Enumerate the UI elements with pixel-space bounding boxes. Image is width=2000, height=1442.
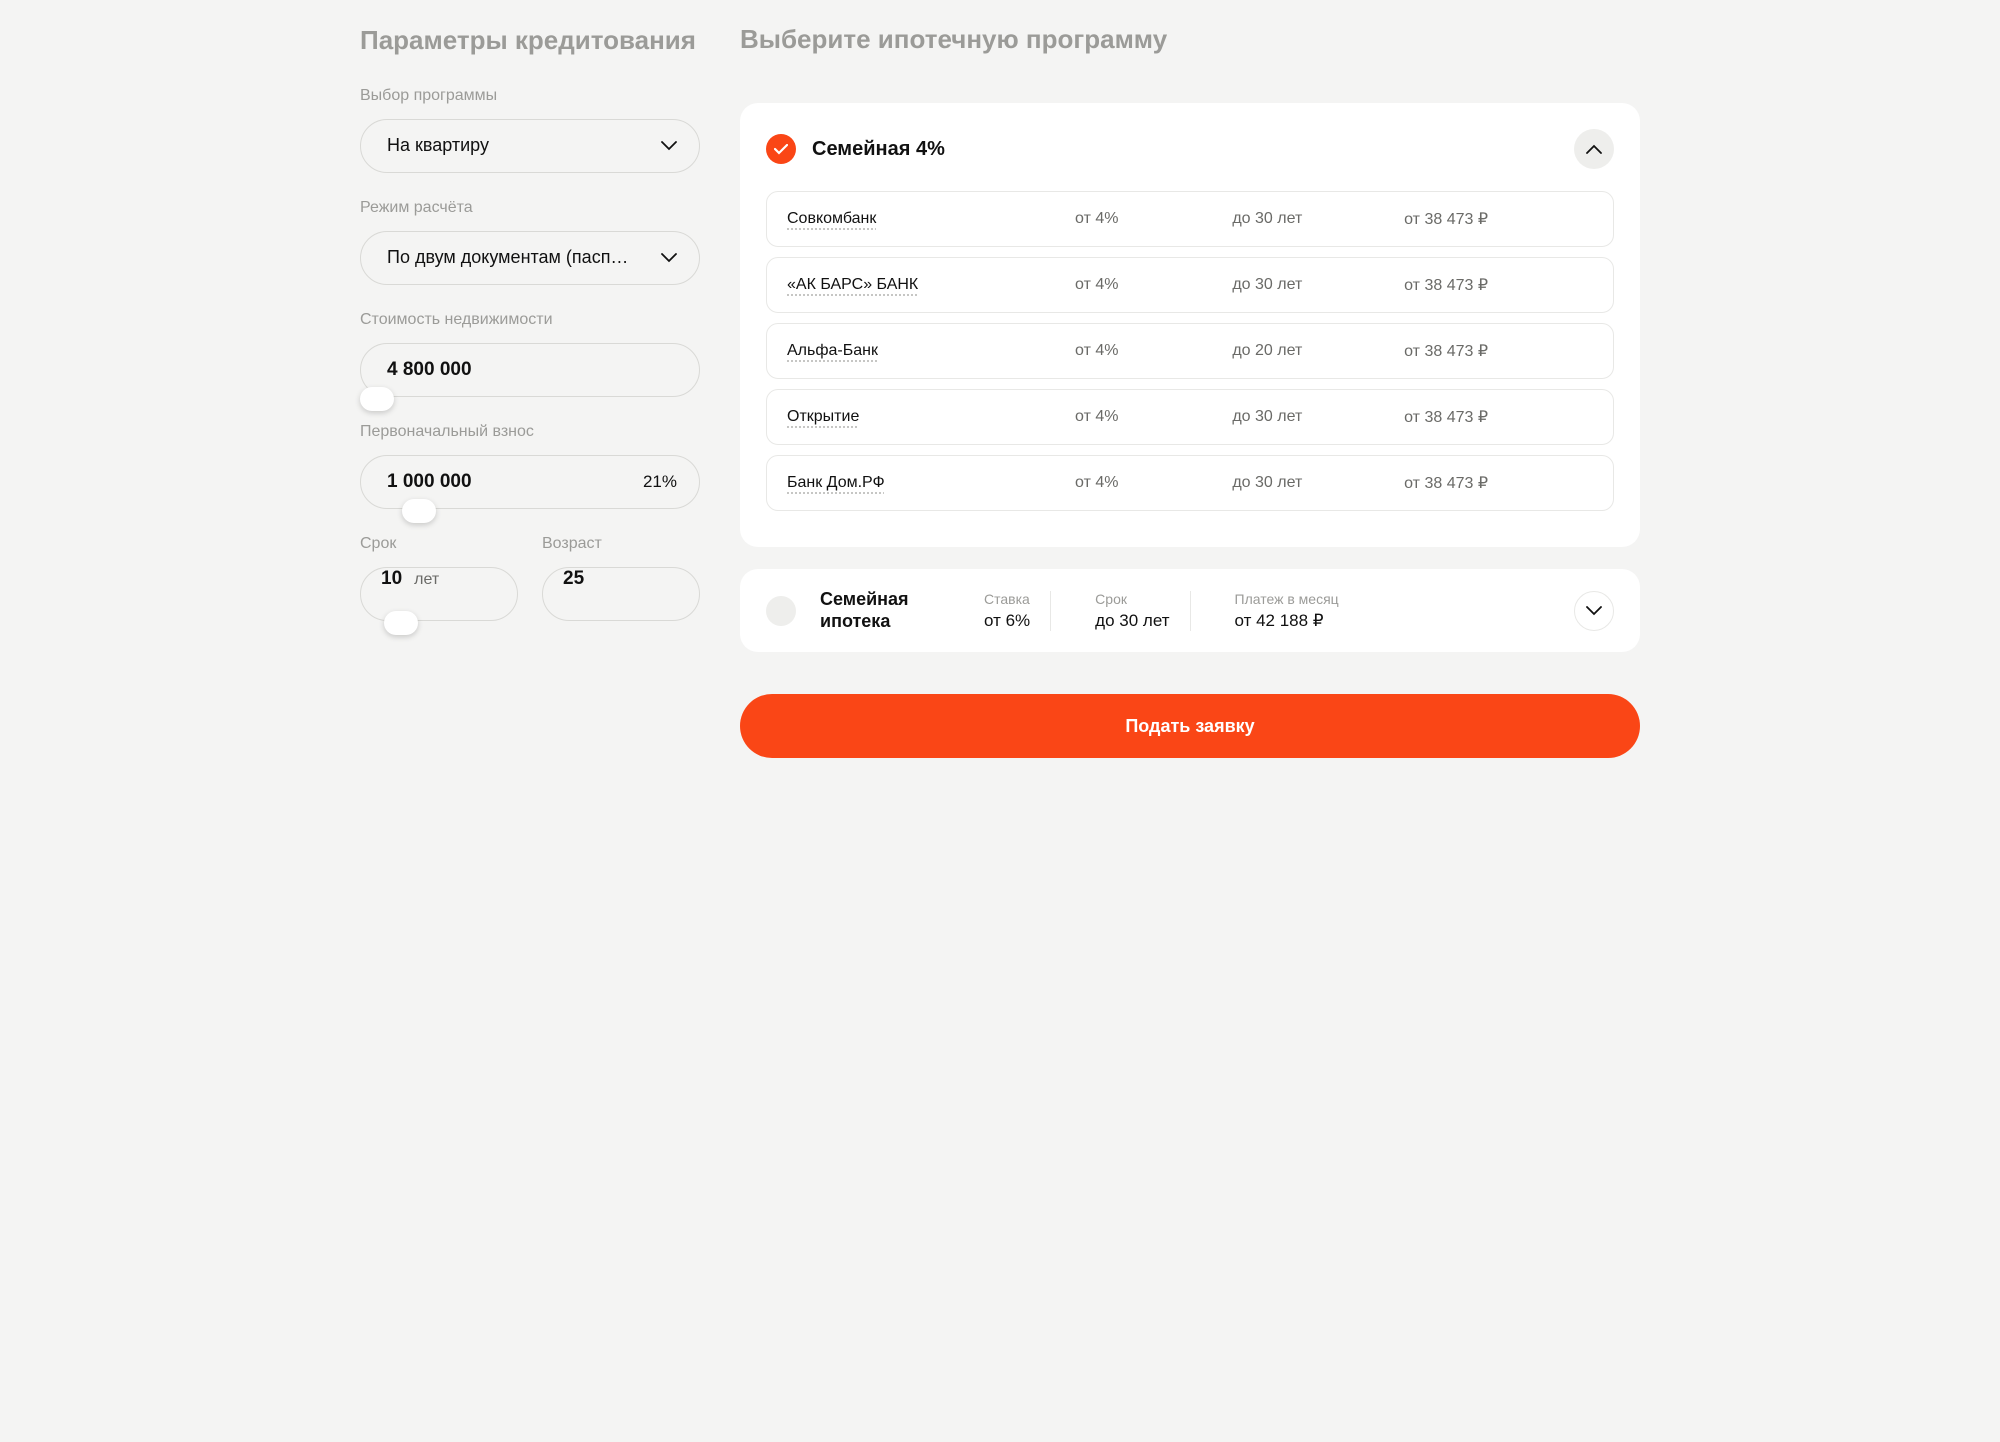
radio-unchecked-icon[interactable]: [766, 596, 796, 626]
bank-term: до 30 лет: [1232, 210, 1392, 228]
bank-name: Совкомбанк: [787, 210, 1063, 228]
bank-name: Альфа-Банк: [787, 342, 1063, 360]
radio-checked-icon[interactable]: [766, 134, 796, 164]
mode-select-value: По двум документам (пасп…: [387, 247, 628, 268]
bank-rate: от 4%: [1075, 276, 1220, 294]
term-metric: Срок до 30 лет: [1075, 591, 1190, 631]
main-title: Выберите ипотечную программу: [740, 24, 1640, 55]
expand-button[interactable]: [1574, 591, 1614, 631]
mode-label: Режим расчёта: [360, 199, 700, 217]
bank-term: до 30 лет: [1232, 408, 1392, 426]
bank-payment: от 38 473 ₽: [1404, 341, 1593, 361]
down-label: Первоначальный взнос: [360, 423, 700, 441]
term-unit: лет: [414, 571, 439, 589]
chevron-down-icon: [661, 141, 677, 151]
bank-rate: от 4%: [1075, 474, 1220, 492]
age-input[interactable]: 25: [542, 567, 700, 621]
price-value: 4 800 000: [387, 359, 472, 381]
term-value: 10: [381, 568, 402, 590]
bank-list: Совкомбанкот 4%до 30 летот 38 473 ₽«АК Б…: [766, 191, 1614, 511]
rate-metric: Ставка от 6%: [964, 591, 1051, 631]
program-card-collapsed[interactable]: Семейная ипотека Ставка от 6% Срок до 30…: [740, 569, 1640, 652]
sidebar: Параметры кредитования Выбор программы Н…: [360, 24, 700, 758]
submit-button[interactable]: Подать заявку: [740, 694, 1640, 758]
program-b-title: Семейная ипотека: [820, 589, 940, 632]
price-label: Стоимость недвижимости: [360, 311, 700, 329]
bank-row[interactable]: Банк Дом.РФ от 4% до 30 лет от 38 473 ₽: [766, 455, 1614, 511]
down-pct: 21%: [643, 472, 677, 492]
slider-thumb-icon[interactable]: [360, 387, 394, 411]
collapse-button[interactable]: [1574, 129, 1614, 169]
bank-term: до 30 лет: [1232, 474, 1392, 492]
program-a-title: Семейная 4%: [812, 138, 945, 161]
bank-term: до 30 лет: [1232, 276, 1392, 294]
term-slider[interactable]: 10 лет: [360, 567, 518, 621]
rate-value: от 6%: [984, 611, 1030, 631]
bank-payment: от 38 473 ₽: [1404, 407, 1593, 427]
age-label: Возраст: [542, 535, 700, 553]
program-label: Выбор программы: [360, 87, 700, 105]
chevron-down-icon: [661, 253, 677, 263]
main: Выберите ипотечную программу Семейная 4%…: [740, 24, 1640, 758]
term-label: Срок: [360, 535, 518, 553]
payment-value: от 42 188 ₽: [1235, 611, 1339, 631]
term-input[interactable]: 10 лет: [360, 567, 518, 621]
program-select[interactable]: На квартиру: [360, 119, 700, 173]
age-value: 25: [563, 568, 584, 590]
bank-payment: от 38 473 ₽: [1404, 473, 1593, 493]
term-label-b: Срок: [1095, 591, 1169, 607]
bank-row[interactable]: Совкомбанк от 4% до 30 лет от 38 473 ₽: [766, 191, 1614, 247]
bank-term: до 20 лет: [1232, 342, 1392, 360]
bank-row[interactable]: Альфа-Банк от 4% до 20 лет от 38 473 ₽: [766, 323, 1614, 379]
term-value-b: до 30 лет: [1095, 611, 1169, 631]
price-input[interactable]: 4 800 000: [360, 343, 700, 397]
bank-rate: от 4%: [1075, 210, 1220, 228]
slider-thumb-icon[interactable]: [402, 499, 436, 523]
payment-metric: Платеж в месяц от 42 188 ₽: [1215, 591, 1359, 631]
bank-payment: от 38 473 ₽: [1404, 209, 1593, 229]
chevron-up-icon: [1586, 144, 1602, 154]
bank-rate: от 4%: [1075, 342, 1220, 360]
bank-payment: от 38 473 ₽: [1404, 275, 1593, 295]
slider-thumb-icon[interactable]: [384, 611, 418, 635]
payment-label: Платеж в месяц: [1235, 591, 1339, 607]
bank-row[interactable]: Открытие от 4% до 30 лет от 38 473 ₽: [766, 389, 1614, 445]
program-select-value: На квартиру: [387, 135, 489, 156]
bank-name: Банк Дом.РФ: [787, 474, 1063, 492]
down-value: 1 000 000: [387, 471, 472, 493]
sidebar-title: Параметры кредитования: [360, 24, 700, 57]
program-card-expanded: Семейная 4% Совкомбанк от 4% до 30 лет от 3…: [740, 103, 1640, 547]
bank-row[interactable]: «АК БАРС» БАНК от 4% до 30 лет от 38 473 ₽: [766, 257, 1614, 313]
mode-select[interactable]: По двум документам (пасп…: [360, 231, 700, 285]
bank-name: Открытие: [787, 408, 1063, 426]
chevron-down-icon: [1586, 606, 1602, 616]
bank-name: «АК БАРС» БАНК: [787, 276, 1063, 294]
price-slider[interactable]: 4 800 000: [360, 343, 700, 397]
rate-label: Ставка: [984, 591, 1030, 607]
bank-rate: от 4%: [1075, 408, 1220, 426]
down-slider[interactable]: 1 000 000 21%: [360, 455, 700, 509]
